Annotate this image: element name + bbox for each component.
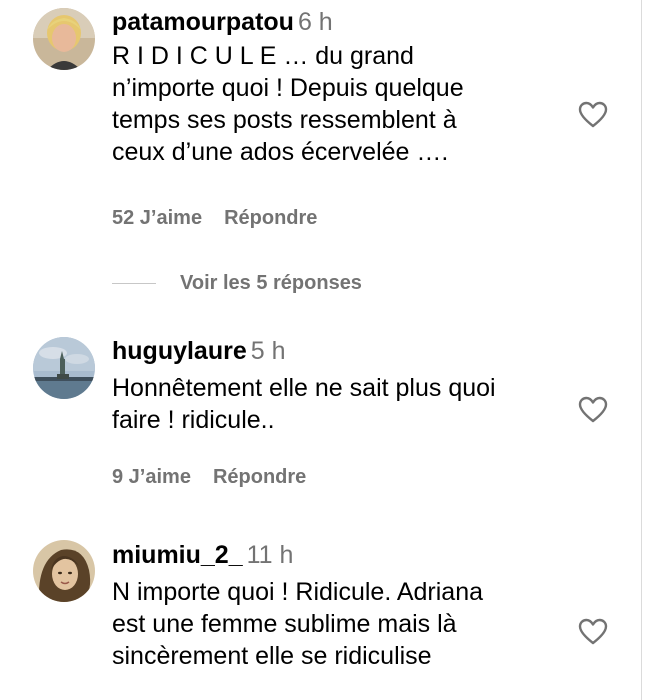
comment-time: 11 h bbox=[246, 541, 294, 569]
comment-text-line: faire ! ridicule.. bbox=[112, 406, 275, 434]
comment-text: R I D I C U L E … du grand n’importe quo… bbox=[112, 40, 552, 168]
avatar[interactable] bbox=[33, 540, 95, 602]
username[interactable]: miumiu_2_ bbox=[112, 541, 243, 569]
avatar[interactable] bbox=[33, 337, 95, 399]
avatar[interactable] bbox=[33, 8, 95, 70]
comment-text-line: sincèrement elle se ridiculise bbox=[112, 642, 432, 670]
username[interactable]: patamourpatou bbox=[112, 8, 294, 36]
comment-text: N importe quoi ! Ridicule. Adriana est u… bbox=[112, 576, 552, 672]
comment-header: patamourpatou 6 h bbox=[112, 8, 552, 37]
comment-text-line: R I D I C U L E … du grand bbox=[112, 42, 414, 70]
comment-text: Honnêtement elle ne sait plus quoi faire… bbox=[112, 372, 552, 436]
comment-text-line: est une femme sublime mais là bbox=[112, 610, 457, 638]
comment-header: miumiu_2_ 11 h bbox=[112, 541, 552, 570]
heart-icon[interactable] bbox=[578, 100, 608, 130]
heart-icon[interactable] bbox=[578, 617, 608, 647]
comment-actions: 52 J’aime Répondre bbox=[112, 207, 317, 230]
replies-divider bbox=[112, 283, 156, 284]
view-replies-label[interactable]: Voir les 5 réponses bbox=[180, 272, 362, 294]
comment-text-line: ceux d’une ados écervelée …. bbox=[112, 138, 449, 166]
comment-actions: 9 J’aime Répondre bbox=[112, 466, 306, 489]
reply-button[interactable]: Répondre bbox=[213, 466, 306, 489]
like-count[interactable]: 52 J’aime bbox=[112, 207, 202, 230]
username[interactable]: huguylaure bbox=[112, 337, 247, 365]
comment-text-line: Honnêtement elle ne sait plus quoi bbox=[112, 374, 496, 402]
comment-time: 6 h bbox=[297, 8, 333, 36]
view-replies-button[interactable]: Voir les 5 réponses bbox=[112, 272, 362, 302]
like-count[interactable]: 9 J’aime bbox=[112, 466, 191, 489]
reply-button[interactable]: Répondre bbox=[224, 207, 317, 230]
scroll-edge bbox=[641, 0, 642, 700]
comment-text-line: N importe quoi ! Ridicule. Adriana bbox=[112, 578, 484, 606]
heart-icon[interactable] bbox=[578, 395, 608, 425]
comment-text-line: n’importe quoi ! Depuis quelque bbox=[112, 74, 464, 102]
comment-time: 5 h bbox=[250, 337, 286, 365]
comment-header: huguylaure 5 h bbox=[112, 337, 552, 366]
comment-text-line: temps ses posts ressemblent à bbox=[112, 106, 457, 134]
